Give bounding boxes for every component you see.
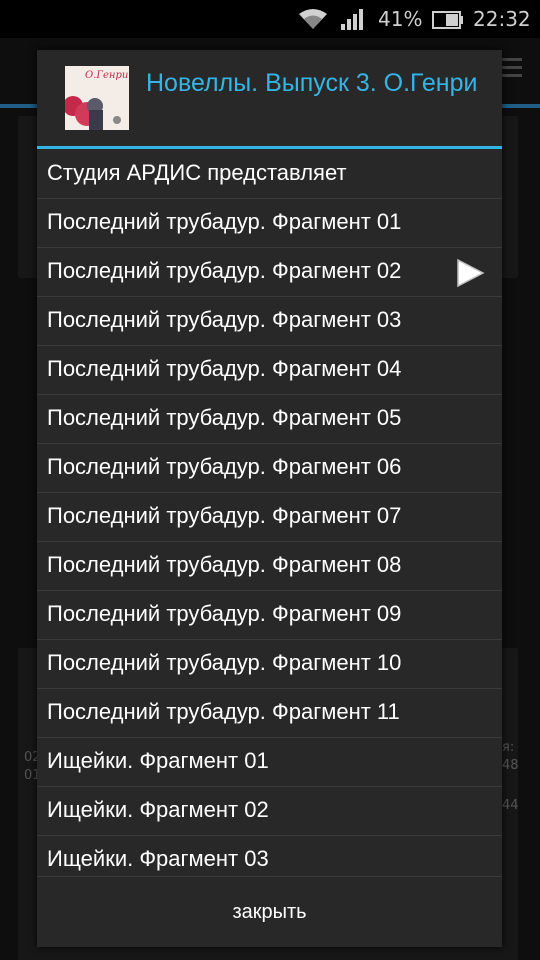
dialog-title-divider (37, 146, 502, 149)
track-label: Ищейки. Фрагмент 01 (47, 748, 269, 773)
signal-icon (341, 9, 363, 30)
track-item[interactable]: Последний трубадур. Фрагмент 10 (37, 640, 502, 689)
track-list-dialog: О.Генри Новеллы. Выпуск 3. О.Генри Студи… (37, 50, 502, 947)
track-label: Последний трубадур. Фрагмент 11 (47, 699, 400, 724)
dialog-title: Новеллы. Выпуск 3. О.Генри (146, 69, 478, 97)
play-icon (457, 258, 485, 288)
track-label: Последний трубадур. Фрагмент 06 (47, 454, 402, 479)
track-label: Последний трубадур. Фрагмент 01 (47, 209, 402, 234)
track-item[interactable]: Ищейки. Фрагмент 01 (37, 738, 502, 787)
bg-right-text-1: я: (502, 740, 515, 755)
status-bar: 41% 22:32 (0, 0, 540, 38)
track-item[interactable]: Последний трубадур. Фрагмент 07 (37, 493, 502, 542)
track-item[interactable]: Студия АРДИС представляет (37, 150, 502, 199)
track-item[interactable]: Последний трубадур. Фрагмент 08 (37, 542, 502, 591)
track-item[interactable]: Последний трубадур. Фрагмент 11 (37, 689, 502, 738)
dialog-header: О.Генри Новеллы. Выпуск 3. О.Генри (37, 50, 502, 146)
battery-percent: 41% (378, 7, 423, 31)
wifi-icon (299, 9, 327, 29)
track-label: Ищейки. Фрагмент 02 (47, 797, 269, 822)
bg-right-text-2: 48 (502, 758, 519, 773)
track-item[interactable]: Последний трубадур. Фрагмент 05 (37, 395, 502, 444)
bg-right-text-3: 44 (502, 798, 519, 813)
track-label: Последний трубадур. Фрагмент 10 (47, 650, 402, 675)
close-button[interactable]: закрыть (37, 877, 502, 947)
track-item[interactable]: Последний трубадур. Фрагмент 01 (37, 199, 502, 248)
album-cover: О.Генри (65, 66, 129, 130)
track-item[interactable]: Ищейки. Фрагмент 03 (37, 836, 502, 876)
cover-title: О.Генри (85, 70, 129, 81)
track-label: Последний трубадур. Фрагмент 09 (47, 601, 402, 626)
track-label: Студия АРДИС представляет (47, 160, 347, 185)
track-item[interactable]: Последний трубадур. Фрагмент 03 (37, 297, 502, 346)
track-item[interactable]: Последний трубадур. Фрагмент 02 (37, 248, 502, 297)
track-label: Последний трубадур. Фрагмент 05 (47, 405, 402, 430)
track-label: Ищейки. Фрагмент 03 (47, 846, 269, 871)
track-list[interactable]: Студия АРДИС представляет Последний труба… (37, 150, 502, 876)
track-label: Последний трубадур. Фрагмент 07 (47, 503, 402, 528)
track-label: Последний трубадур. Фрагмент 02 (47, 258, 402, 283)
track-label: Последний трубадур. Фрагмент 03 (47, 307, 402, 332)
menu-icon (500, 58, 522, 82)
track-item[interactable]: Последний трубадур. Фрагмент 09 (37, 591, 502, 640)
track-item[interactable]: Ищейки. Фрагмент 02 (37, 787, 502, 836)
track-item[interactable]: Последний трубадур. Фрагмент 06 (37, 444, 502, 493)
battery-icon (432, 11, 463, 29)
track-label: Последний трубадур. Фрагмент 08 (47, 552, 402, 577)
clock: 22:32 (473, 7, 531, 31)
track-item[interactable]: Последний трубадур. Фрагмент 04 (37, 346, 502, 395)
track-label: Последний трубадур. Фрагмент 04 (47, 356, 402, 381)
